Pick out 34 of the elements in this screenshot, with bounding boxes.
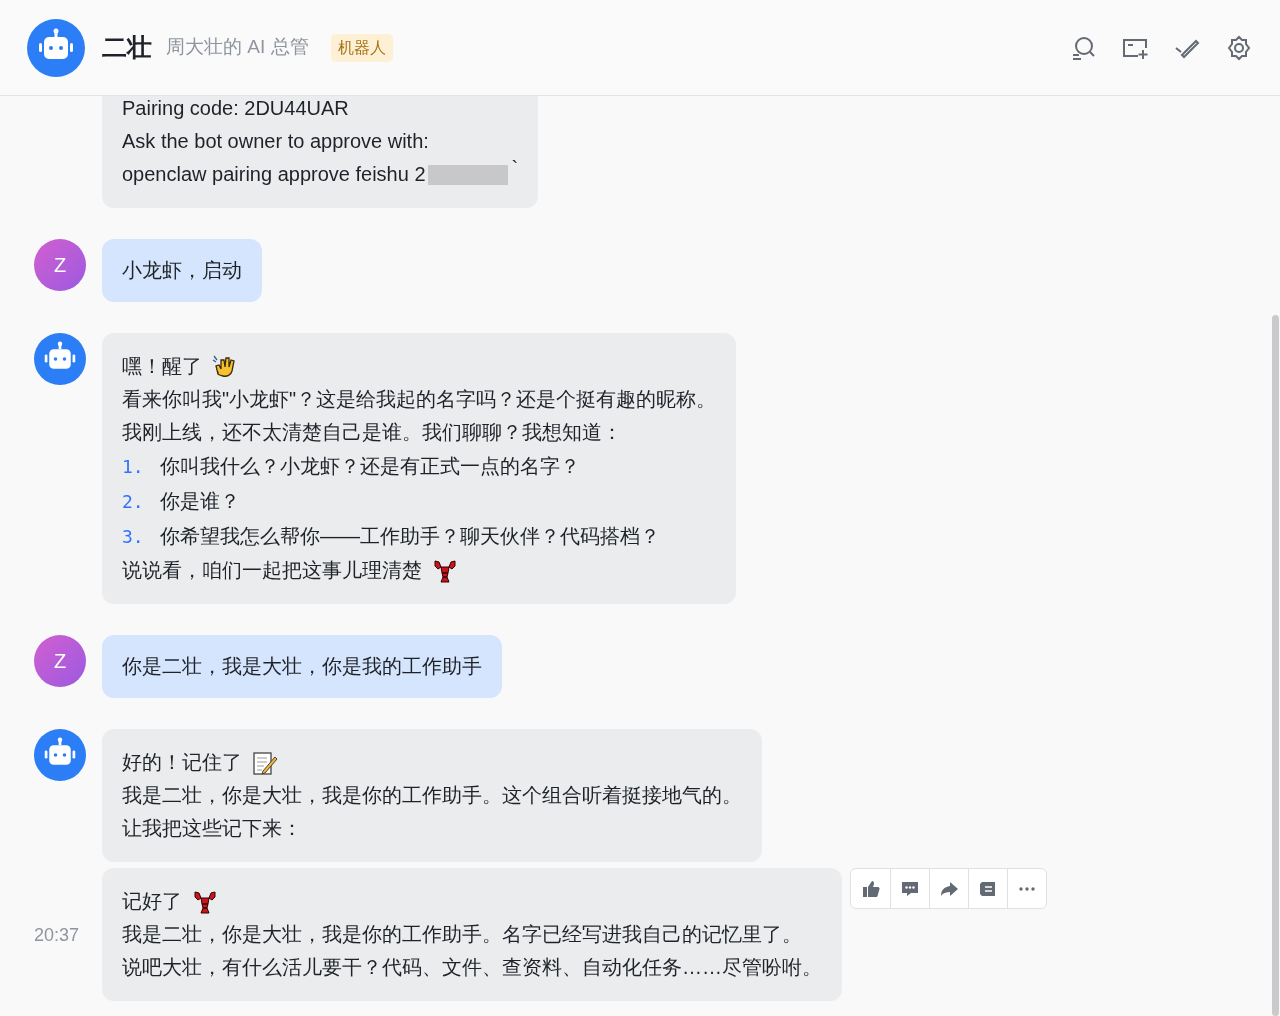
thumbs-up-icon	[860, 878, 881, 899]
user-avatar: Z	[34, 239, 86, 291]
bot-avatar-icon	[27, 18, 85, 77]
bot-badge: 机器人	[330, 33, 393, 62]
message-text: 小龙虾，启动	[122, 258, 242, 283]
message-text: openclaw pairing approve feishu 2	[122, 162, 426, 187]
more-icon	[1019, 886, 1035, 891]
message-text: 记好了	[122, 889, 182, 914]
message-text: Ask the bot owner to approve with:	[122, 129, 429, 154]
user-avatar: Z	[34, 635, 86, 687]
scrollbar[interactable]	[1272, 315, 1279, 1016]
list-number: 3.	[122, 525, 145, 549]
list-number: 2.	[122, 490, 145, 514]
chat-subtitle: 周大壮的 AI 总管	[166, 35, 309, 60]
message-text: 我刚上线，还不太清楚自己是谁。我们聊聊？我想知道：	[122, 420, 622, 445]
chat-title: 二壮	[102, 31, 152, 63]
message-text: 让我把这些记下来：	[122, 816, 302, 841]
message-text: 我是二壮，你是大壮，我是你的工作助手。名字已经写进我自己的记忆里了。	[122, 922, 802, 947]
message-text: Pairing code: 2DU44UAR	[122, 96, 349, 121]
message-text: 你是谁？	[160, 489, 240, 514]
message-time: 20:37	[34, 924, 80, 947]
message-text: 你是二壮，我是大壮，你是我的工作助手	[122, 654, 482, 679]
list-number: 1.	[122, 455, 145, 479]
settings-icon[interactable]	[1226, 34, 1252, 61]
message-text: 嘿！醒了	[122, 354, 202, 379]
search-icon[interactable]	[1070, 34, 1096, 61]
message-text: 你叫我什么？小龙虾？还是有正式一点的名字？	[160, 454, 580, 479]
message-text: 看来你叫我"小龙虾"？这是给我起的名字吗？还是个挺有趣的昵称。	[122, 387, 717, 412]
message-text: 好的！记住了	[122, 750, 242, 775]
message-text: 说吧大壮，有什么活儿要干？代码、文件、查资料、自动化任务……尽管吩咐。	[122, 955, 822, 980]
message-text: 我是二壮，你是大壮，我是你的工作助手。这个组合听着挺接地气的。	[122, 783, 742, 808]
message-text: 说说看，咱们一起把这事儿理清楚	[122, 558, 422, 583]
message-text: `	[511, 158, 519, 178]
message-text: 你希望我怎么帮你——工作助手？聊天伙伴？代码搭档？	[160, 524, 660, 549]
